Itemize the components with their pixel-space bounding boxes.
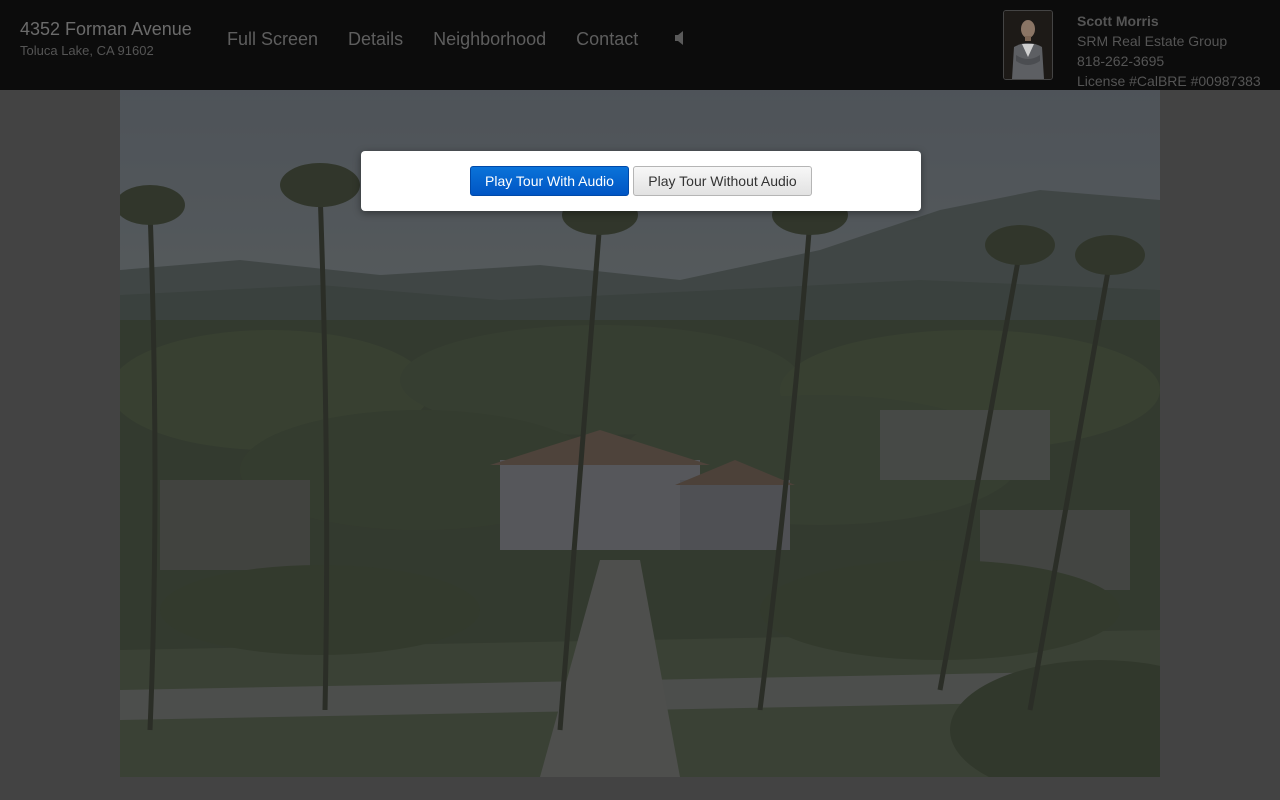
tour-page: 4352 Forman Avenue Toluca Lake, CA 91602… <box>0 0 1280 800</box>
nav-full-screen[interactable]: Full Screen <box>227 28 318 50</box>
agent-info: Scott Morris SRM Real Estate Group 818-2… <box>1077 11 1261 91</box>
agent-name: Scott Morris <box>1077 13 1159 29</box>
agent-photo[interactable] <box>1003 10 1053 80</box>
main-nav: Full Screen Details Neighborhood Contact <box>227 28 687 50</box>
play-tour-dialog: Play Tour With Audio Play Tour Without A… <box>361 151 921 211</box>
speaker-icon[interactable] <box>673 29 687 47</box>
nav-details[interactable]: Details <box>348 28 403 50</box>
agent-company: SRM Real Estate Group <box>1077 33 1228 49</box>
property-address: 4352 Forman Avenue Toluca Lake, CA 91602 <box>20 18 192 60</box>
address-city: Toluca Lake, CA 91602 <box>20 43 154 58</box>
top-bar: 4352 Forman Avenue Toluca Lake, CA 91602… <box>0 0 1280 90</box>
nav-contact[interactable]: Contact <box>576 28 638 50</box>
address-street: 4352 Forman Avenue <box>20 19 192 39</box>
play-tour-without-audio-button[interactable]: Play Tour Without Audio <box>633 166 812 196</box>
play-tour-with-audio-button[interactable]: Play Tour With Audio <box>470 166 629 196</box>
agent-license: License #CalBRE #00987383 <box>1077 73 1261 89</box>
nav-neighborhood[interactable]: Neighborhood <box>433 28 546 50</box>
agent-phone[interactable]: 818-262-3695 <box>1077 51 1261 71</box>
